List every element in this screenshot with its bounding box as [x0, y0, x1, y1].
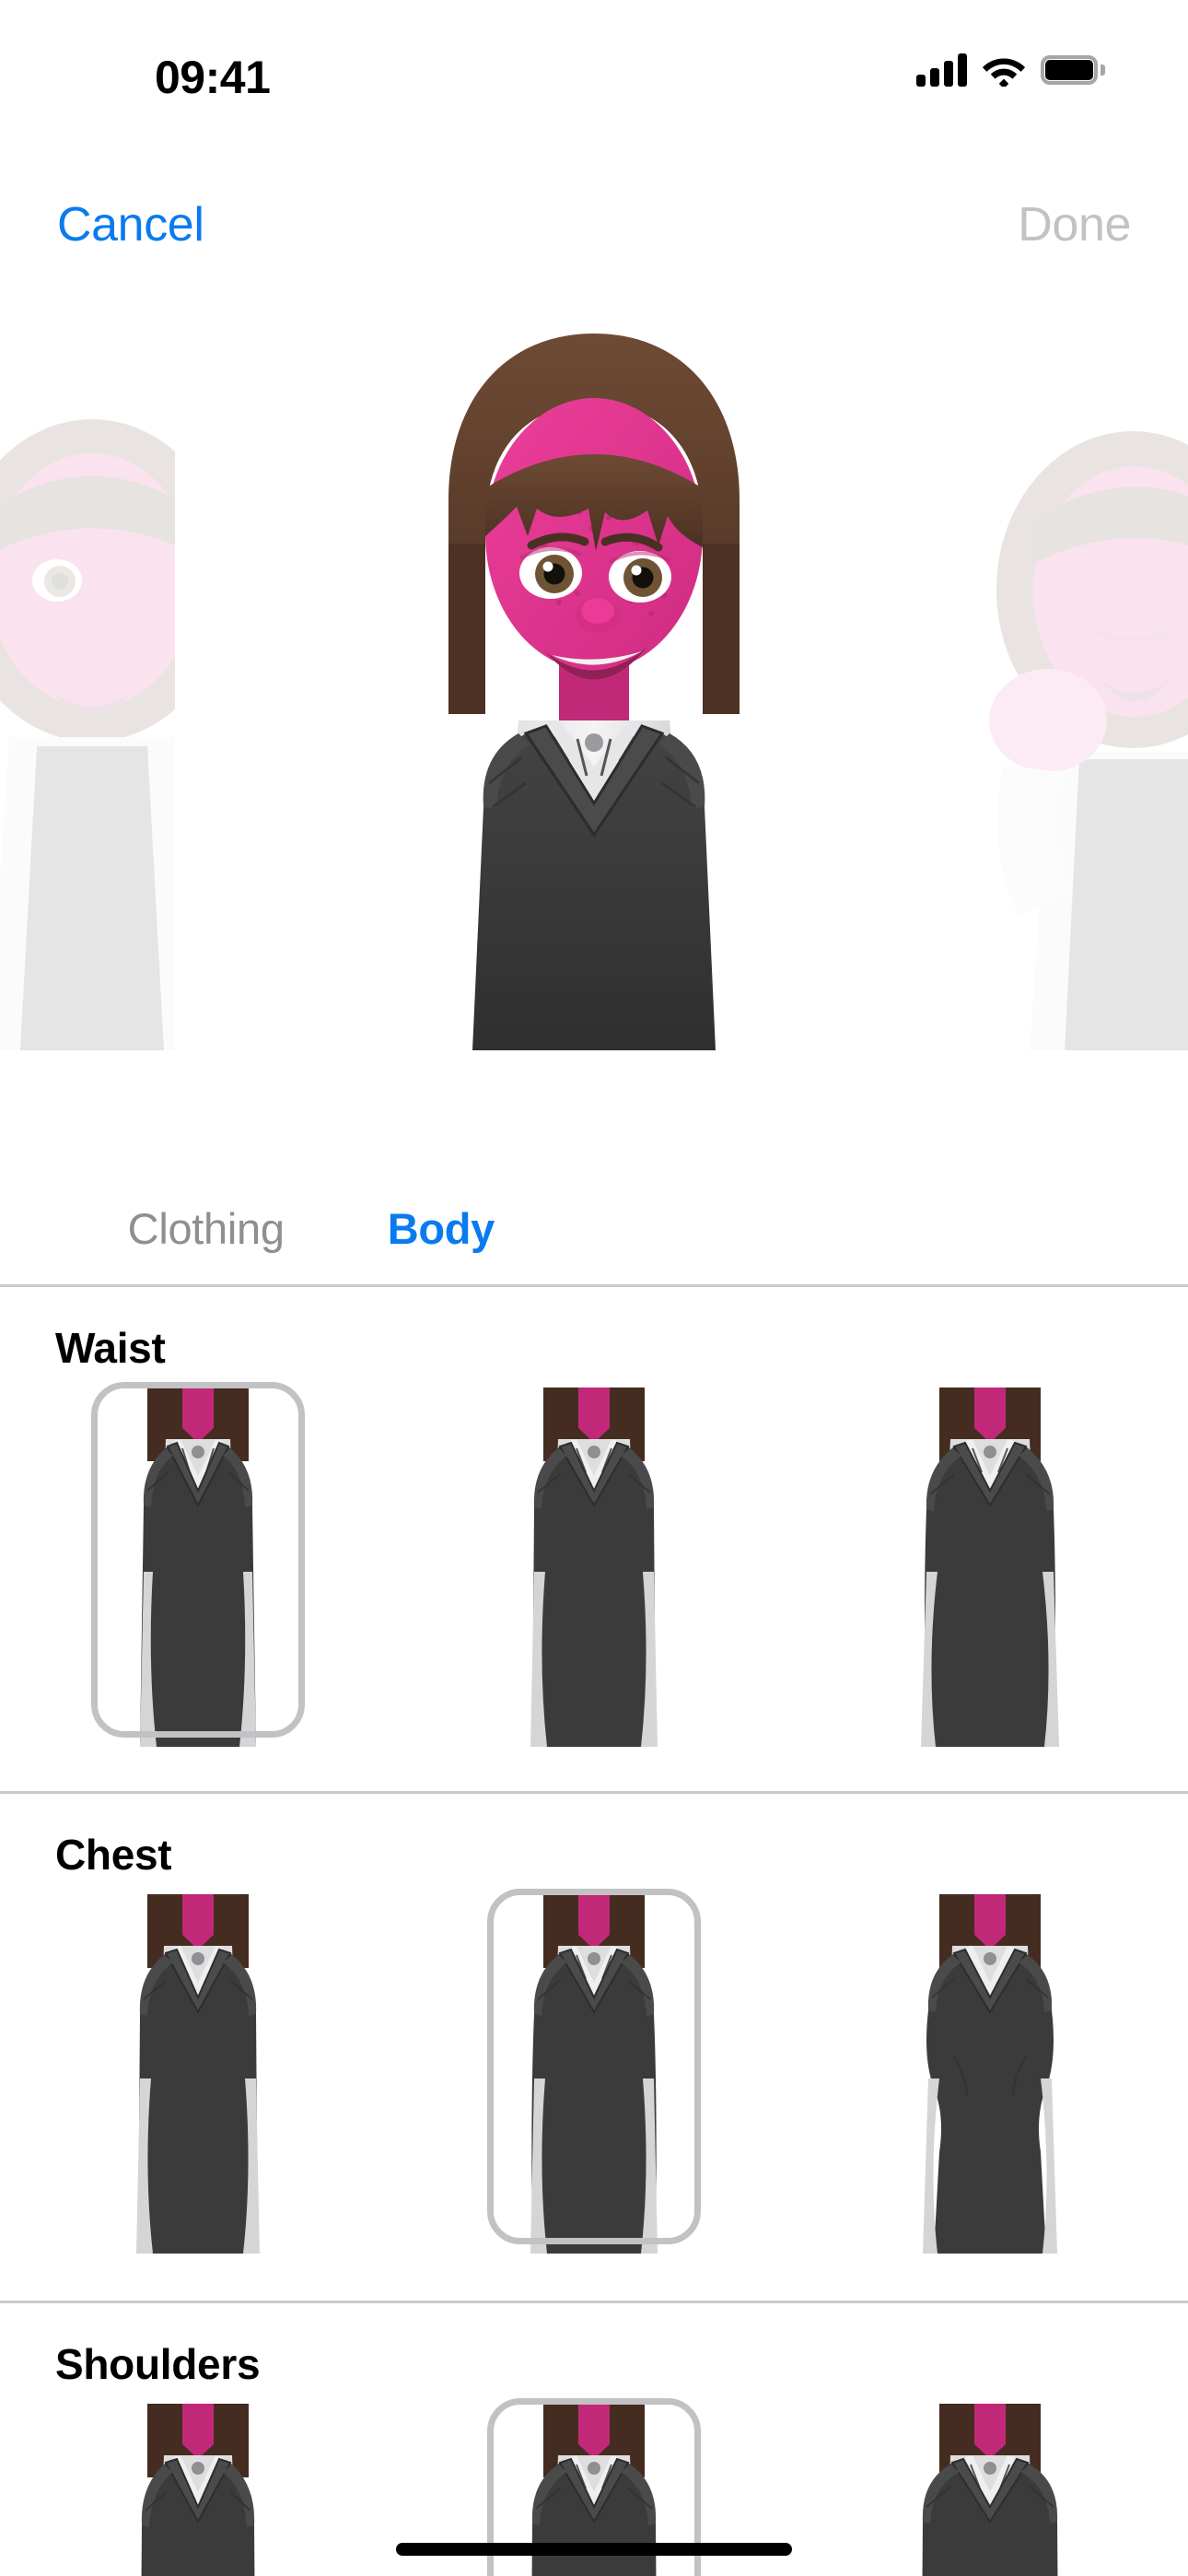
chest-option-2[interactable]: [396, 1889, 792, 2254]
waist-option-3[interactable]: [792, 1388, 1188, 1747]
memoji-avatar-next[interactable]: [949, 304, 1188, 1050]
chest-option-3[interactable]: [792, 1894, 1188, 2254]
memoji-avatar-previous-art: [0, 419, 175, 1050]
chest-option-3-thumb: [903, 1894, 1077, 2254]
cellular-bars-icon: [916, 53, 967, 87]
torso-thumb-wide: [921, 1388, 1059, 1747]
torso-thumb-slim: [140, 1388, 256, 1747]
tab-headwear[interactable]: wear: [0, 1203, 76, 1254]
torso-thumb-regular: [530, 1388, 658, 1747]
status-bar-time: 09:41: [155, 52, 271, 103]
memoji-avatar-center-art: [448, 334, 740, 1050]
cancel-button[interactable]: Cancel: [57, 197, 204, 252]
waist-option-3-thumb: [903, 1388, 1077, 1747]
section-title-shoulders: Shoulders: [55, 2340, 261, 2388]
shoulders-option-3[interactable]: [792, 2404, 1188, 2576]
torso-thumb-chest-large: [923, 1894, 1057, 2254]
avatar-preview-carousel[interactable]: [0, 304, 1188, 1050]
waist-option-2-thumb: [507, 1388, 681, 1747]
waist-option-row: [0, 1382, 1188, 1747]
torso-thumb-shoulders-narrow: [141, 2404, 255, 2576]
memoji-avatar-next-art: [989, 431, 1188, 1050]
memoji-avatar-center[interactable]: [364, 304, 824, 1050]
done-button[interactable]: Done: [1018, 197, 1131, 252]
section-waist: Waist: [0, 1284, 1188, 1791]
home-indicator[interactable]: [396, 2543, 792, 2556]
tab-body[interactable]: Body: [336, 1203, 546, 1254]
torso-thumb-chest-medium: [530, 1894, 658, 2254]
waist-option-1-thumb: [111, 1388, 285, 1747]
wifi-icon: [982, 58, 1026, 87]
memoji-avatar-previous[interactable]: [0, 304, 175, 1050]
torso-thumb-chest-small: [136, 1894, 260, 2254]
category-tab-bar[interactable]: wear Clothing Body: [0, 1172, 1188, 1284]
shoulders-option-1[interactable]: [0, 2404, 396, 2576]
section-title-waist: Waist: [55, 1324, 166, 1372]
navigation-bar: Cancel Done: [0, 184, 1188, 276]
battery-full-icon: [1041, 55, 1105, 85]
torso-thumb-shoulders-broad: [922, 2404, 1058, 2576]
status-bar-indicators: [916, 53, 1105, 87]
chest-option-1-thumb: [111, 1894, 285, 2254]
memoji-editor-screen: 09:41 Cancel Done r Clothing Body Waist …: [0, 0, 1188, 2576]
shoulders-option-1-thumb: [111, 2404, 285, 2576]
section-title-chest: Chest: [55, 1831, 172, 1879]
section-chest: Chest: [0, 1791, 1188, 2301]
chest-option-row: [0, 1889, 1188, 2254]
chest-option-2-thumb: [507, 1894, 681, 2254]
status-bar: 09:41: [0, 0, 1188, 138]
section-shoulders: Shoulders: [0, 2301, 1188, 2576]
waist-option-2[interactable]: [396, 1388, 792, 1747]
waist-option-1[interactable]: [0, 1382, 396, 1747]
tab-clothing[interactable]: Clothing: [76, 1203, 336, 1254]
chest-option-1[interactable]: [0, 1894, 396, 2254]
category-tab-list: wear Clothing Body: [0, 1172, 546, 1284]
shoulders-option-3-thumb: [903, 2404, 1077, 2576]
